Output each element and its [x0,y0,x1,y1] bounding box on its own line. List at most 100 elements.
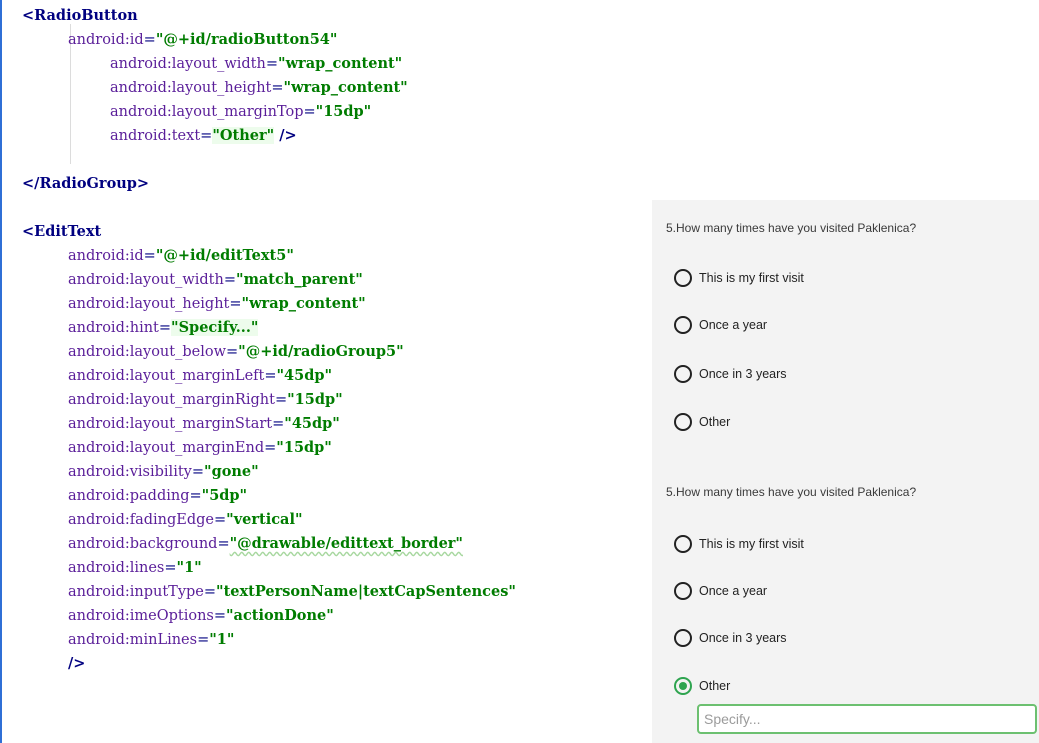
code-token: android:layout_marginEnd [68,440,265,456]
code-token: android:padding [68,488,190,504]
code-token: = [229,296,242,312]
code-token: android:minLines [68,632,198,648]
radio-option-once-a-year[interactable]: Once a year [674,313,767,337]
radio-circle-icon[interactable] [674,582,692,600]
code-line: android:id="@+id/radioButton54" [68,28,337,52]
code-token: <EditText [22,223,102,240]
code-token: android:fadingEdge [68,512,215,528]
radio-label: Other [699,679,731,693]
code-token: "@drawable/edittext_border" [229,535,463,552]
radio-circle-icon[interactable] [674,269,692,287]
code-token: = [200,128,213,144]
code-token: "wrap_content" [283,79,408,96]
code-line: android:hint="Specify..." [68,316,259,340]
code-token: android:layout_height [68,296,230,312]
radio-label: Once in 3 years [699,367,787,381]
code-token: "@+id/radioGroup5" [238,343,404,360]
code-token: "15dp" [287,391,343,408]
code-line: android:fadingEdge="vertical" [68,508,303,532]
code-token: "gone" [204,463,259,480]
code-token: /> [274,127,297,144]
radio-label: Other [699,415,731,429]
code-line: <RadioButton [22,4,138,28]
code-line: android:inputType="textPersonName|textCa… [68,580,516,604]
code-token: = [271,80,284,96]
code-token: = [264,440,277,456]
code-token: "Other" [212,127,275,144]
code-token: android:layout_below [68,344,226,360]
code-token: "45dp" [284,415,340,432]
code-token: "match_parent" [236,271,363,288]
radio-circle-icon[interactable] [674,413,692,431]
code-token: android:layout_marginTop [110,104,304,120]
code-token: "actionDone" [226,607,334,624]
radio-option-once-in-3-years[interactable]: Once in 3 years [674,362,787,386]
radio-circle-icon[interactable] [674,365,692,383]
code-line: android:visibility="gone" [68,460,259,484]
code-token: = [191,464,205,480]
radio-label: Once a year [699,584,768,598]
code-line: android:layout_marginRight="15dp" [68,388,343,412]
code-token: = [143,32,156,48]
radio-option-first-visit[interactable]: This is my first visit [674,532,804,556]
code-line: android:layout_marginStart="45dp" [68,412,340,436]
radio-circle-icon[interactable] [674,535,692,553]
code-line: android:lines="1" [68,556,202,580]
code-token: "vertical" [226,511,303,528]
code-token: = [272,416,285,432]
radio-circle-icon[interactable] [674,629,692,647]
code-token: "15dp" [315,103,372,120]
code-line: android:layout_height="wrap_content" [68,292,366,316]
radio-circle-icon[interactable] [674,316,692,334]
code-token: "15dp" [276,439,332,456]
code-line: android:layout_marginTop="15dp" [110,100,371,124]
code-token: = [274,392,288,408]
code-token: = [143,248,156,264]
radio-option-first-visit[interactable]: This is my first visit [674,266,804,290]
code-token: = [197,632,210,648]
radio-label: Once a year [699,318,768,332]
question-text: 5.How many times have you visited Paklen… [666,485,917,499]
code-token: android:layout_marginRight [68,392,275,408]
code-token: = [217,536,230,552]
code-line: android:minLines="1" [68,628,234,652]
radio-option-other[interactable]: Other [674,410,730,434]
code-line: android:layout_marginLeft="45dp" [68,364,332,388]
layout-preview: 5.How many times have you visited Paklen… [652,200,1039,743]
code-token: android:inputType [68,584,204,600]
code-line: android:background="@drawable/edittext_b… [68,532,463,556]
radio-checked-icon[interactable] [674,677,692,695]
code-token: android:visibility [68,464,192,480]
code-token: android:layout_height [110,80,272,96]
code-token: android:id [68,32,144,48]
code-token: "wrap_content" [241,295,366,312]
code-line: android:layout_height="wrap_content" [110,76,408,100]
radio-option-once-in-3-years[interactable]: Once in 3 years [674,626,787,650]
code-token: "1" [176,559,202,576]
code-token: = [264,368,277,384]
radio-option-other-selected[interactable]: Other [674,674,730,698]
code-line: android:id="@+id/editText5" [68,244,294,268]
code-line: android:layout_below="@+id/radioGroup5" [68,340,404,364]
code-line: /> [68,652,85,676]
code-token: android:hint [68,320,159,336]
code-line: android:layout_marginEnd="15dp" [68,436,332,460]
radio-label: Once in 3 years [699,631,787,645]
code-token: android:id [68,248,144,264]
code-token: "@+id/radioButton54" [155,31,338,48]
code-token: = [164,560,177,576]
code-token: = [189,488,202,504]
radio-option-once-a-year[interactable]: Once a year [674,579,767,603]
code-token: = [226,344,239,360]
code-token: android:lines [68,560,165,576]
specify-input[interactable] [697,704,1037,734]
code-token: = [303,104,316,120]
code-token: /> [68,655,86,672]
code-line: android:imeOptions="actionDone" [68,604,334,628]
code-token: android:layout_width [68,272,224,288]
radio-label: This is my first visit [699,271,804,285]
code-line: </RadioGroup> [22,172,149,196]
code-token: = [265,56,279,72]
code-token: = [213,608,226,624]
code-token: android:imeOptions [68,608,214,624]
